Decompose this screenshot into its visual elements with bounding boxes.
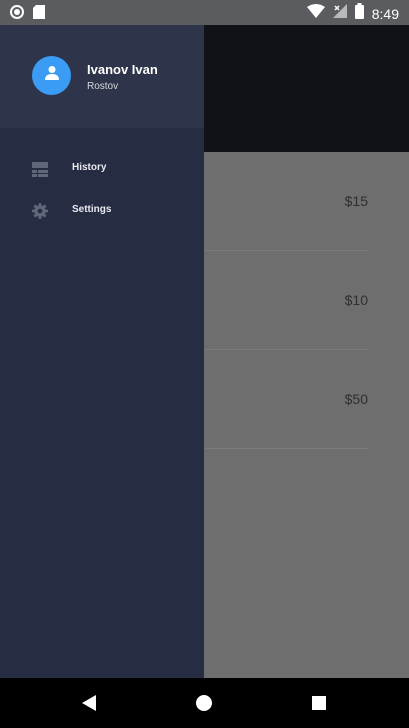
drawer-item-label: History (72, 162, 107, 173)
user-city: Rostov (87, 81, 119, 92)
drawer-item-settings[interactable]: Settings (0, 190, 204, 232)
list-item-price: $15 (344, 193, 368, 209)
status-time: 8:49 (371, 5, 399, 22)
drawer-header: Ivanov Ivan Rostov (0, 25, 204, 128)
sd-card-icon (33, 5, 45, 24)
history-list-icon (31, 160, 49, 178)
avatar[interactable] (32, 56, 71, 95)
circle-icon (10, 5, 24, 24)
divider (205, 448, 369, 449)
status-bar: 8:49 (0, 0, 409, 25)
drawer-item-history[interactable]: History (0, 148, 204, 190)
recents-icon[interactable] (308, 692, 330, 714)
navigation-drawer: Ivanov Ivan Rostov History Settings (0, 25, 204, 678)
list-item-price: $50 (344, 391, 368, 407)
person-icon (43, 64, 61, 87)
user-name: Ivanov Ivan (87, 62, 158, 77)
home-icon[interactable] (193, 692, 215, 714)
back-icon[interactable] (78, 692, 100, 714)
signal-icon (332, 4, 347, 23)
drawer-item-label: Settings (72, 204, 112, 215)
battery-icon (354, 3, 364, 24)
wifi-icon (306, 4, 325, 23)
drawer-menu: History Settings (0, 148, 204, 232)
list-item-price: $10 (344, 292, 368, 308)
gear-icon (31, 202, 49, 220)
navigation-bar (0, 678, 409, 728)
